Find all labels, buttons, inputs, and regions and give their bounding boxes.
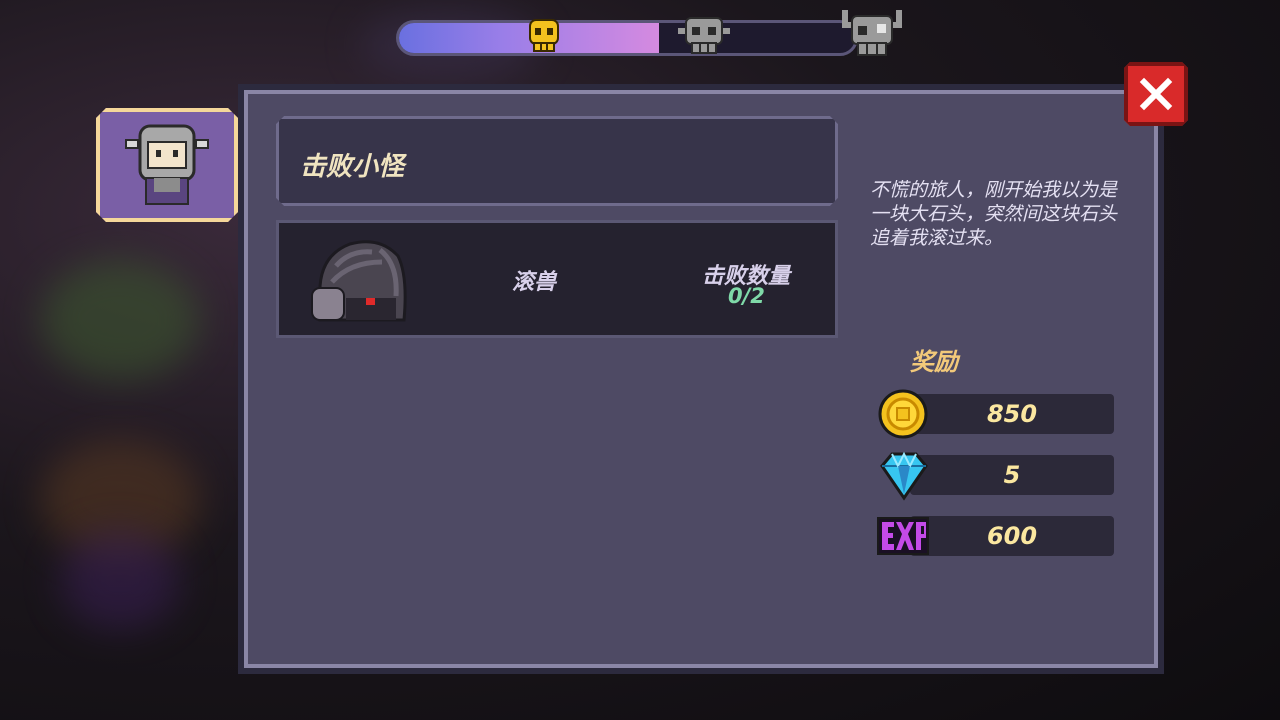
rolling-beast-icon: [311, 240, 407, 322]
boss-progress-bar: [396, 20, 858, 56]
close-icon: [1138, 76, 1174, 112]
gold-coin-icon: [878, 389, 928, 439]
quest-title: 击败小怪: [300, 152, 405, 182]
defeat-count-value: 0/2: [728, 284, 765, 308]
reward-row-gem: 5: [910, 455, 1114, 495]
small-skull-icon: [529, 19, 559, 52]
reward-title: 奖励: [910, 348, 958, 376]
reward-row-exp: 600: [910, 516, 1114, 556]
close-button[interactable]: [1124, 62, 1188, 126]
background-decor: [60, 530, 180, 630]
reward-row-gold: 850: [910, 394, 1114, 434]
medium-skull-icon: [678, 17, 730, 54]
monster-name: 滚兽: [512, 270, 557, 295]
horned-skull-icon: [842, 10, 902, 56]
horned-helmet-knight-icon: [100, 112, 234, 218]
exp-icon: [877, 517, 929, 555]
character-portrait-card[interactable]: [96, 108, 238, 222]
background-decor: [40, 260, 200, 380]
reward-exp-value: 600: [986, 522, 1038, 550]
reward-gold-value: 850: [986, 400, 1038, 428]
reward-gem-value: 5: [1003, 461, 1021, 489]
quest-description: 不慌的旅人，刚开始我以为是一块大石头，突然间这块石头追着我滚过来。: [870, 179, 1118, 249]
blue-gem-icon: [880, 451, 928, 501]
